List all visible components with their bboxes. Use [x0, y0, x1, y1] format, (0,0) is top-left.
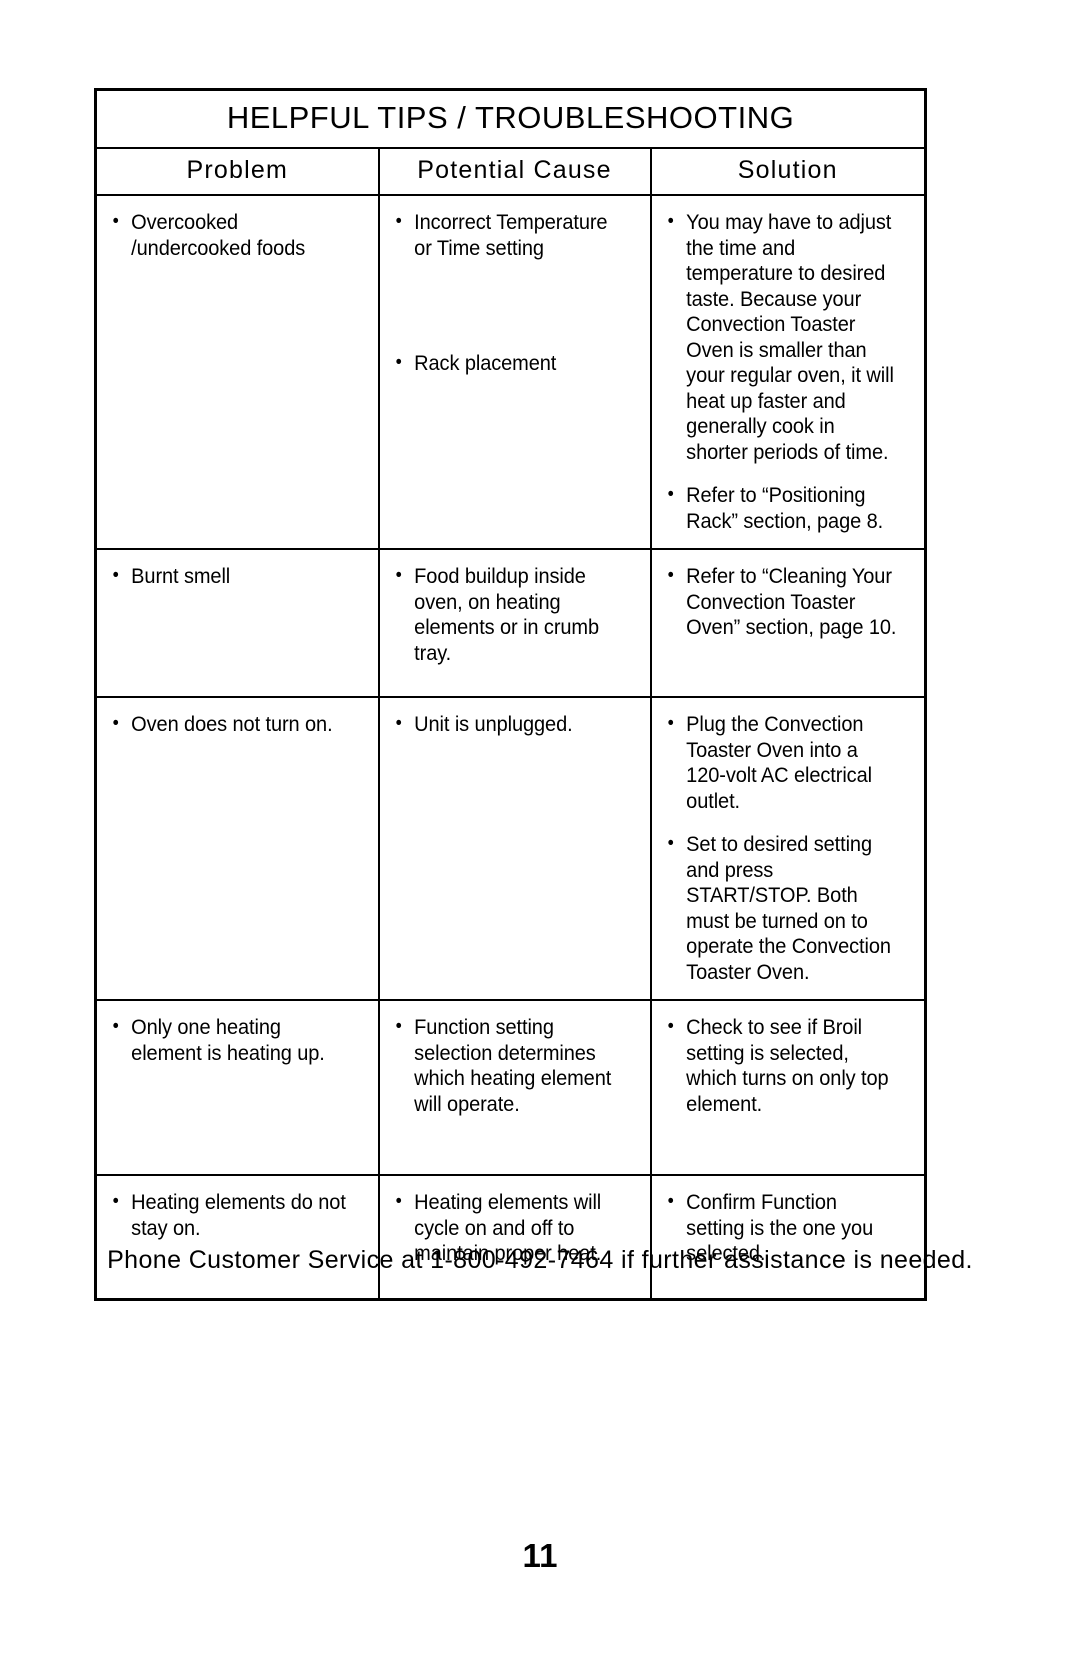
- list-item: Set to desired setting and press START/S…: [662, 831, 901, 985]
- list-item: Only one heating element is heating up.: [107, 1014, 353, 1066]
- cell-solution: You may have to adjust the time and temp…: [649, 194, 927, 550]
- customer-service-note: Phone Customer Service at 1-800-492-7464…: [107, 1246, 973, 1274]
- list-item: Unit is unplugged.: [390, 711, 626, 738]
- table-header-row: Problem Potential Cause Solution: [94, 147, 927, 196]
- list-item: Overcooked /undercooked foods: [107, 209, 353, 261]
- page-number: 11: [522, 1537, 558, 1574]
- cell-problem: Oven does not turn on.: [94, 696, 380, 1001]
- table-row: Only one heating element is heating up. …: [94, 999, 927, 1176]
- bullet-list: Overcooked /undercooked foods: [107, 209, 372, 261]
- list-item: Burnt smell: [107, 563, 353, 590]
- list-item: Check to see if Broil setting is selecte…: [662, 1014, 901, 1117]
- bullet-list: Heating elements do not stay on.: [107, 1189, 372, 1241]
- cell-problem: Overcooked /undercooked foods: [94, 194, 380, 550]
- cell-solution: Plug the Convection Toaster Oven into a …: [649, 696, 927, 1001]
- list-item: Refer to “Positioning Rack” section, pag…: [662, 482, 901, 534]
- list-item: Heating elements do not stay on.: [107, 1189, 353, 1241]
- bullet-list: Check to see if Broil setting is selecte…: [662, 1014, 919, 1117]
- list-item: Food buildup inside oven, on heating ele…: [390, 563, 626, 666]
- table-title-row: HELPFUL TIPS / TROUBLESHOOTING: [94, 88, 927, 149]
- cell-potential-cause: Incorrect Temperature or Time setting Ra…: [377, 194, 652, 550]
- list-item: You may have to adjust the time and temp…: [662, 209, 901, 465]
- bullet-list: Refer to “Cleaning Your Convection Toast…: [662, 563, 919, 641]
- table-row: Oven does not turn on. Unit is unplugged…: [94, 696, 927, 1001]
- bullet-list: Oven does not turn on.: [107, 711, 372, 738]
- cell-problem: Burnt smell: [94, 548, 380, 698]
- bullet-list: You may have to adjust the time and temp…: [662, 209, 919, 534]
- table-title: HELPFUL TIPS / TROUBLESHOOTING: [94, 88, 927, 149]
- bullet-list: Plug the Convection Toaster Oven into a …: [662, 711, 919, 985]
- troubleshooting-table-wrapper: HELPFUL TIPS / TROUBLESHOOTING Problem P…: [94, 88, 928, 1301]
- cell-problem: Heating elements do not stay on.: [94, 1174, 380, 1301]
- cell-potential-cause: Unit is unplugged.: [377, 696, 652, 1001]
- list-item: Plug the Convection Toaster Oven into a …: [662, 711, 901, 814]
- cell-potential-cause: Heating elements will cycle on and off t…: [377, 1174, 652, 1301]
- list-item: Rack placement: [390, 350, 626, 377]
- cell-solution: Check to see if Broil setting is selecte…: [649, 999, 927, 1176]
- bullet-list: Function setting selection determines wh…: [390, 1014, 644, 1117]
- bullet-list: Food buildup inside oven, on heating ele…: [390, 563, 644, 666]
- list-item: Function setting selection determines wh…: [390, 1014, 626, 1117]
- table-row: Overcooked /undercooked foods Incorrect …: [94, 194, 927, 550]
- list-item: Incorrect Temperature or Time setting: [390, 209, 626, 261]
- cell-potential-cause: Function setting selection determines wh…: [377, 999, 652, 1176]
- cell-solution: Confirm Function setting is the one you …: [649, 1174, 927, 1301]
- bullet-list: Burnt smell: [107, 563, 372, 590]
- manual-page: HELPFUL TIPS / TROUBLESHOOTING Problem P…: [0, 0, 1080, 1669]
- list-item: Refer to “Cleaning Your Convection Toast…: [662, 563, 901, 641]
- cell-solution: Refer to “Cleaning Your Convection Toast…: [649, 548, 927, 698]
- cell-potential-cause: Food buildup inside oven, on heating ele…: [377, 548, 652, 698]
- bullet-list: Incorrect Temperature or Time setting Ra…: [390, 209, 644, 377]
- column-header-problem: Problem: [94, 147, 380, 196]
- bullet-list: Only one heating element is heating up.: [107, 1014, 372, 1066]
- column-header-solution: Solution: [649, 147, 927, 196]
- column-header-potential-cause: Potential Cause: [377, 147, 652, 196]
- table-row: Burnt smell Food buildup inside oven, on…: [94, 548, 927, 698]
- list-item: Oven does not turn on.: [107, 711, 353, 738]
- cell-problem: Only one heating element is heating up.: [94, 999, 380, 1176]
- bullet-list: Unit is unplugged.: [390, 711, 644, 738]
- table-row: Heating elements do not stay on. Heating…: [94, 1174, 927, 1301]
- troubleshooting-table: HELPFUL TIPS / TROUBLESHOOTING Problem P…: [94, 88, 928, 1301]
